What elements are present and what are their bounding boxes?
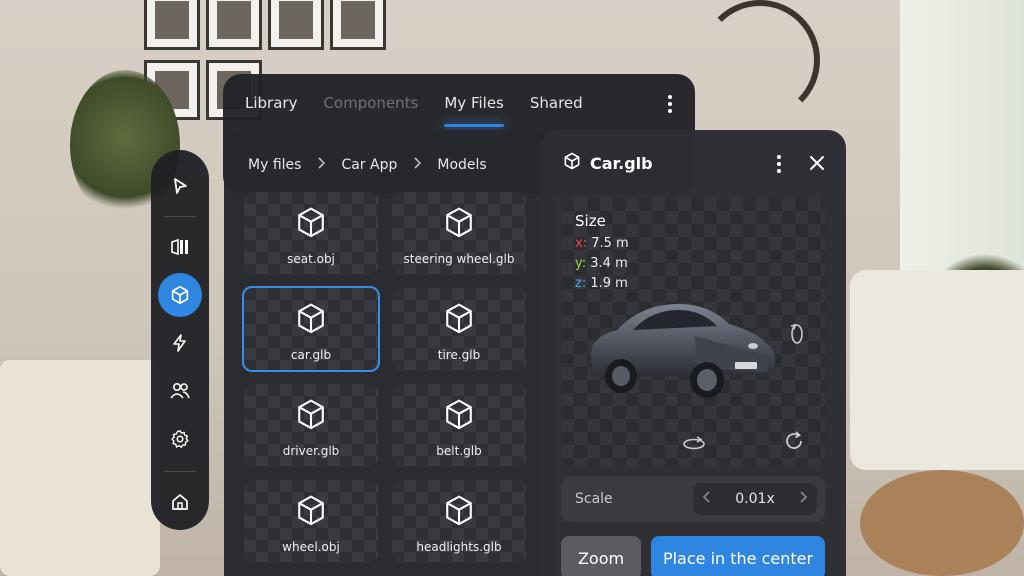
chevron-left-icon[interactable]	[702, 491, 711, 507]
breadcrumb-models[interactable]: Models	[437, 157, 486, 173]
file-name: tire.glb	[437, 348, 481, 362]
file-tile[interactable]: steering wheel.glb	[392, 192, 526, 274]
rotate-vertical-icon[interactable]	[787, 322, 807, 350]
size-x: x: 7.5 m	[575, 236, 629, 251]
size-y: y: 3.4 m	[575, 256, 628, 271]
file-tile[interactable]: tire.glb	[392, 288, 526, 370]
zoom-button[interactable]: Zoom	[561, 536, 641, 576]
model-preview[interactable]: Size x: 7.5 m y: 3.4 m z: 1.9 m	[561, 198, 825, 466]
size-label: Size	[575, 212, 606, 230]
size-info: Size x: 7.5 m y: 3.4 m z: 1.9 m	[575, 212, 629, 296]
chevron-right-icon	[413, 157, 422, 173]
people-icon[interactable]	[158, 369, 202, 413]
chevron-right-icon	[317, 157, 326, 173]
cube-icon	[295, 206, 327, 244]
side-rail	[151, 150, 209, 530]
cube-icon	[562, 151, 582, 175]
gear-icon[interactable]	[158, 417, 202, 461]
scale-value: 0.01x	[735, 491, 775, 507]
cube-icon	[443, 398, 475, 436]
file-name: headlights.glb	[416, 540, 502, 554]
chevron-right-icon[interactable]	[799, 491, 808, 507]
close-icon[interactable]	[808, 154, 826, 176]
file-tile[interactable]: belt.glb	[392, 384, 526, 466]
file-name: seat.obj	[287, 252, 335, 266]
place-in-center-button[interactable]: Place in the center	[651, 536, 825, 576]
file-name: steering wheel.glb	[403, 252, 515, 266]
home-icon[interactable]	[158, 480, 202, 524]
cube-icon	[295, 494, 327, 532]
size-z: z: 1.9 m	[575, 276, 628, 291]
scale-label: Scale	[575, 491, 613, 507]
cube-icon	[295, 302, 327, 340]
file-name: car.glb	[290, 348, 332, 362]
file-tile[interactable]: wheel.obj	[244, 480, 378, 562]
scale-row: Scale 0.01x	[561, 476, 825, 522]
file-tile[interactable]: headlights.glb	[392, 480, 526, 562]
file-name: wheel.obj	[282, 540, 340, 554]
scale-stepper[interactable]: 0.01x	[693, 483, 817, 515]
cube-icon	[443, 302, 475, 340]
tab-my-files[interactable]: My Files	[444, 94, 504, 127]
tab-components[interactable]: Components	[323, 94, 418, 112]
reset-rotation-icon[interactable]	[783, 430, 805, 456]
file-name: belt.glb	[436, 444, 482, 458]
cube-icon	[443, 206, 475, 244]
file-tile[interactable]: driver.glb	[244, 384, 378, 466]
breadcrumb-my-files[interactable]: My files	[248, 157, 301, 173]
pointer-icon[interactable]	[158, 164, 202, 208]
car-model[interactable]	[583, 290, 783, 404]
file-tile-selected[interactable]: car.glb	[242, 286, 380, 372]
panels-icon[interactable]	[158, 225, 202, 269]
cube-icon	[443, 494, 475, 532]
breadcrumb-car-app[interactable]: Car App	[341, 157, 397, 173]
file-name: driver.glb	[282, 444, 340, 458]
file-tile[interactable]: seat.obj	[244, 192, 378, 274]
detail-header: Car.glb	[540, 130, 846, 196]
tab-shared[interactable]: Shared	[530, 94, 583, 112]
bolt-icon[interactable]	[158, 321, 202, 365]
detail-panel: Car.glb Size x: 7.5 m y: 3.4 m z: 1.9 m	[540, 130, 846, 576]
cube-icon	[295, 398, 327, 436]
more-options-icon[interactable]	[776, 154, 782, 178]
tab-bar: Library Components My Files Shared	[223, 74, 695, 132]
breadcrumb: My files Car App Models	[224, 130, 554, 200]
more-options-icon[interactable]	[667, 94, 673, 118]
files-panel: My files Car App Models seat.obj steerin…	[224, 130, 554, 576]
cube-icon[interactable]	[158, 273, 202, 317]
rotate-horizontal-icon[interactable]	[681, 436, 707, 456]
tab-library[interactable]: Library	[245, 94, 297, 112]
detail-title: Car.glb	[590, 153, 653, 173]
